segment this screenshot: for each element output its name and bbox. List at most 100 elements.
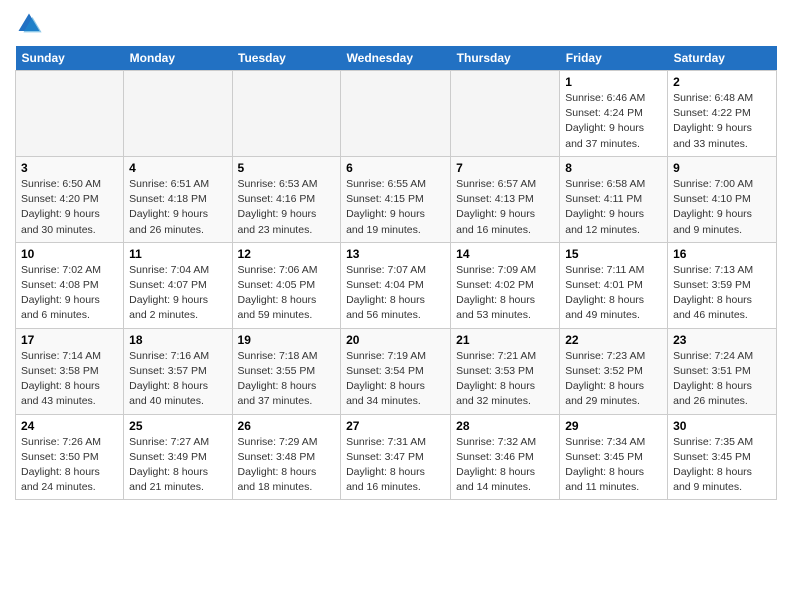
day-number: 10 (21, 247, 118, 261)
col-header-friday: Friday (560, 46, 668, 71)
calendar-cell: 3 Sunrise: 6:50 AM Sunset: 4:20 PM Daylig… (16, 156, 124, 242)
calendar-cell: 4 Sunrise: 6:51 AM Sunset: 4:18 PM Daylig… (124, 156, 232, 242)
calendar-cell: 27 Sunrise: 7:31 AM Sunset: 3:47 PM Dayli… (341, 414, 451, 500)
day-number: 18 (129, 333, 226, 347)
day-number: 16 (673, 247, 771, 261)
calendar-cell: 10 Sunrise: 7:02 AM Sunset: 4:08 PM Dayli… (16, 242, 124, 328)
calendar-cell: 12Sunrise: 7:06 AM Sunset: 4:05 PM Dayli… (232, 242, 341, 328)
day-number: 27 (346, 419, 445, 433)
calendar-week-2: 3 Sunrise: 6:50 AM Sunset: 4:20 PM Daylig… (16, 156, 777, 242)
calendar-cell: 17Sunrise: 7:14 AM Sunset: 3:58 PM Dayli… (16, 328, 124, 414)
calendar-cell: 30Sunrise: 7:35 AM Sunset: 3:45 PM Dayli… (668, 414, 777, 500)
calendar-cell: 23 Sunrise: 7:24 AM Sunset: 3:51 PM Dayli… (668, 328, 777, 414)
calendar-week-4: 17Sunrise: 7:14 AM Sunset: 3:58 PM Dayli… (16, 328, 777, 414)
day-info: Sunrise: 7:19 AM Sunset: 3:54 PM Dayligh… (346, 349, 445, 410)
day-number: 8 (565, 161, 662, 175)
day-number: 4 (129, 161, 226, 175)
day-info: Sunrise: 6:58 AM Sunset: 4:11 PM Dayligh… (565, 177, 662, 238)
day-info: Sunrise: 7:23 AM Sunset: 3:52 PM Dayligh… (565, 349, 662, 410)
calendar-cell: 2 Sunrise: 6:48 AM Sunset: 4:22 PM Daylig… (668, 71, 777, 157)
day-info: Sunrise: 7:09 AM Sunset: 4:02 PM Dayligh… (456, 263, 554, 324)
day-number: 9 (673, 161, 771, 175)
day-info: Sunrise: 6:48 AM Sunset: 4:22 PM Dayligh… (673, 91, 771, 152)
day-number: 11 (129, 247, 226, 261)
calendar-cell: 15Sunrise: 7:11 AM Sunset: 4:01 PM Dayli… (560, 242, 668, 328)
day-number: 7 (456, 161, 554, 175)
col-header-saturday: Saturday (668, 46, 777, 71)
calendar-cell: 19 Sunrise: 7:18 AM Sunset: 3:55 PM Dayli… (232, 328, 341, 414)
day-info: Sunrise: 7:26 AM Sunset: 3:50 PM Dayligh… (21, 435, 118, 496)
day-info: Sunrise: 7:34 AM Sunset: 3:45 PM Dayligh… (565, 435, 662, 496)
day-info: Sunrise: 6:51 AM Sunset: 4:18 PM Dayligh… (129, 177, 226, 238)
day-number: 22 (565, 333, 662, 347)
day-info: Sunrise: 7:14 AM Sunset: 3:58 PM Dayligh… (21, 349, 118, 410)
calendar-cell (232, 71, 341, 157)
day-info: Sunrise: 7:04 AM Sunset: 4:07 PM Dayligh… (129, 263, 226, 324)
calendar-header-row: SundayMondayTuesdayWednesdayThursdayFrid… (16, 46, 777, 71)
day-number: 30 (673, 419, 771, 433)
calendar-week-3: 10 Sunrise: 7:02 AM Sunset: 4:08 PM Dayli… (16, 242, 777, 328)
day-info: Sunrise: 6:46 AM Sunset: 4:24 PM Dayligh… (565, 91, 662, 152)
day-number: 19 (238, 333, 336, 347)
calendar-cell: 16 Sunrise: 7:13 AM Sunset: 3:59 PM Dayli… (668, 242, 777, 328)
day-number: 5 (238, 161, 336, 175)
day-number: 6 (346, 161, 445, 175)
day-info: Sunrise: 7:24 AM Sunset: 3:51 PM Dayligh… (673, 349, 771, 410)
calendar-week-1: 1 Sunrise: 6:46 AM Sunset: 4:24 PM Daylig… (16, 71, 777, 157)
day-info: Sunrise: 7:06 AM Sunset: 4:05 PM Dayligh… (238, 263, 336, 324)
logo (15, 10, 47, 38)
day-info: Sunrise: 7:00 AM Sunset: 4:10 PM Dayligh… (673, 177, 771, 238)
calendar-cell: 5 Sunrise: 6:53 AM Sunset: 4:16 PM Daylig… (232, 156, 341, 242)
day-number: 13 (346, 247, 445, 261)
day-number: 3 (21, 161, 118, 175)
day-info: Sunrise: 7:07 AM Sunset: 4:04 PM Dayligh… (346, 263, 445, 324)
day-number: 1 (565, 75, 662, 89)
col-header-sunday: Sunday (16, 46, 124, 71)
day-info: Sunrise: 7:18 AM Sunset: 3:55 PM Dayligh… (238, 349, 336, 410)
calendar-cell: 18 Sunrise: 7:16 AM Sunset: 3:57 PM Dayli… (124, 328, 232, 414)
calendar-table: SundayMondayTuesdayWednesdayThursdayFrid… (15, 46, 777, 500)
day-number: 2 (673, 75, 771, 89)
day-info: Sunrise: 7:32 AM Sunset: 3:46 PM Dayligh… (456, 435, 554, 496)
day-number: 25 (129, 419, 226, 433)
col-header-thursday: Thursday (451, 46, 560, 71)
calendar-cell: 13 Sunrise: 7:07 AM Sunset: 4:04 PM Dayli… (341, 242, 451, 328)
day-number: 14 (456, 247, 554, 261)
calendar-cell: 8 Sunrise: 6:58 AM Sunset: 4:11 PM Daylig… (560, 156, 668, 242)
calendar-cell: 22 Sunrise: 7:23 AM Sunset: 3:52 PM Dayli… (560, 328, 668, 414)
calendar-cell (341, 71, 451, 157)
calendar-cell: 24 Sunrise: 7:26 AM Sunset: 3:50 PM Dayli… (16, 414, 124, 500)
calendar-cell: 28 Sunrise: 7:32 AM Sunset: 3:46 PM Dayli… (451, 414, 560, 500)
day-number: 29 (565, 419, 662, 433)
calendar-cell (16, 71, 124, 157)
logo-icon (15, 10, 43, 38)
calendar-cell: 21Sunrise: 7:21 AM Sunset: 3:53 PM Dayli… (451, 328, 560, 414)
calendar-cell (124, 71, 232, 157)
day-info: Sunrise: 7:13 AM Sunset: 3:59 PM Dayligh… (673, 263, 771, 324)
page-header (15, 10, 777, 38)
calendar-cell: 20Sunrise: 7:19 AM Sunset: 3:54 PM Dayli… (341, 328, 451, 414)
col-header-monday: Monday (124, 46, 232, 71)
day-info: Sunrise: 6:53 AM Sunset: 4:16 PM Dayligh… (238, 177, 336, 238)
day-info: Sunrise: 6:57 AM Sunset: 4:13 PM Dayligh… (456, 177, 554, 238)
day-info: Sunrise: 6:55 AM Sunset: 4:15 PM Dayligh… (346, 177, 445, 238)
calendar-cell: 26 Sunrise: 7:29 AM Sunset: 3:48 PM Dayli… (232, 414, 341, 500)
day-number: 15 (565, 247, 662, 261)
calendar-cell: 29 Sunrise: 7:34 AM Sunset: 3:45 PM Dayli… (560, 414, 668, 500)
calendar-week-5: 24 Sunrise: 7:26 AM Sunset: 3:50 PM Dayli… (16, 414, 777, 500)
day-number: 21 (456, 333, 554, 347)
calendar-cell (451, 71, 560, 157)
day-info: Sunrise: 7:16 AM Sunset: 3:57 PM Dayligh… (129, 349, 226, 410)
day-info: Sunrise: 6:50 AM Sunset: 4:20 PM Dayligh… (21, 177, 118, 238)
day-info: Sunrise: 7:31 AM Sunset: 3:47 PM Dayligh… (346, 435, 445, 496)
day-number: 26 (238, 419, 336, 433)
day-info: Sunrise: 7:02 AM Sunset: 4:08 PM Dayligh… (21, 263, 118, 324)
day-info: Sunrise: 7:27 AM Sunset: 3:49 PM Dayligh… (129, 435, 226, 496)
calendar-cell: 25 Sunrise: 7:27 AM Sunset: 3:49 PM Dayli… (124, 414, 232, 500)
calendar-cell: 1 Sunrise: 6:46 AM Sunset: 4:24 PM Daylig… (560, 71, 668, 157)
day-number: 24 (21, 419, 118, 433)
day-info: Sunrise: 7:29 AM Sunset: 3:48 PM Dayligh… (238, 435, 336, 496)
day-number: 23 (673, 333, 771, 347)
calendar-cell: 9 Sunrise: 7:00 AM Sunset: 4:10 PM Daylig… (668, 156, 777, 242)
day-number: 28 (456, 419, 554, 433)
